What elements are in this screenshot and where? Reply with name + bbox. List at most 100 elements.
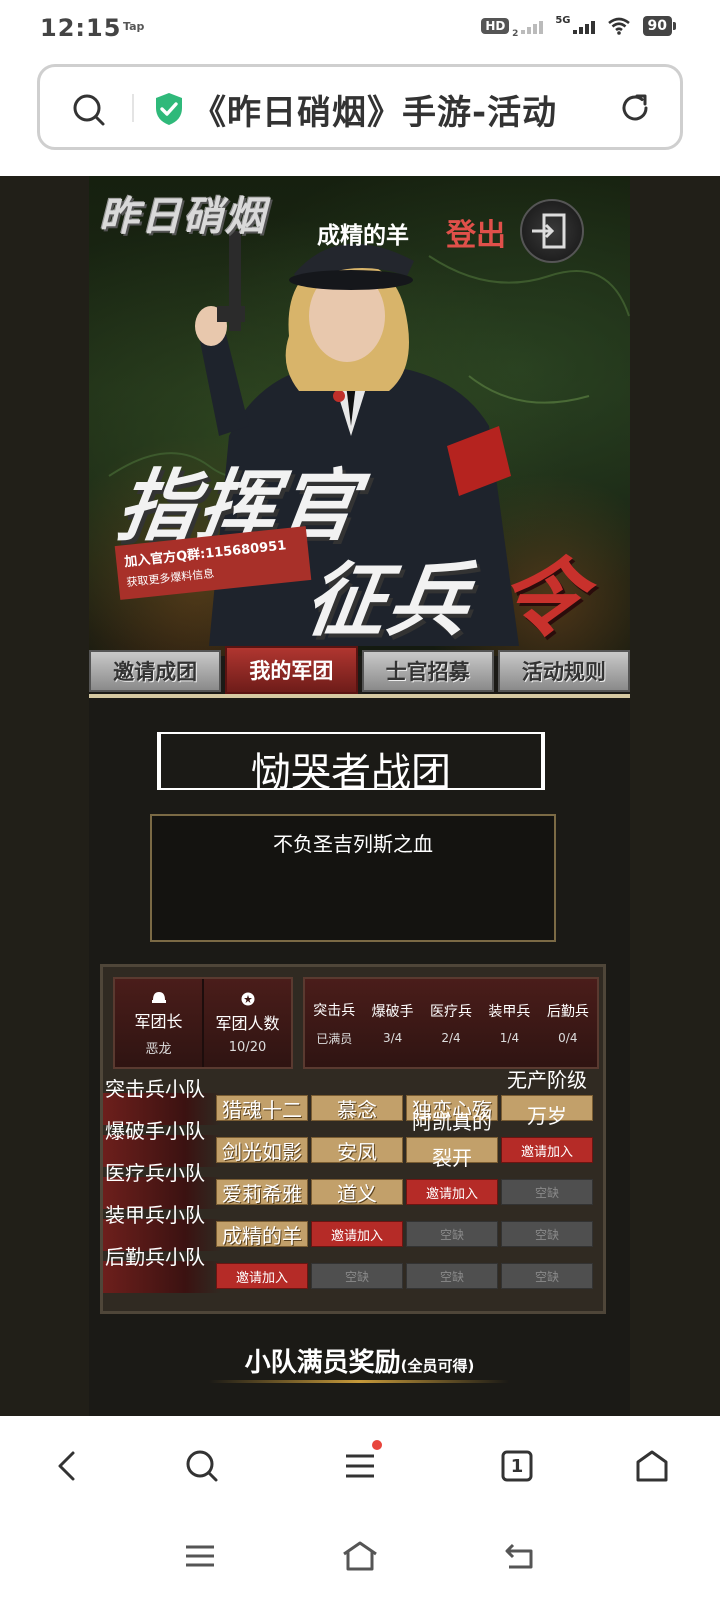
address-divider (132, 94, 134, 122)
logout-button[interactable] (520, 199, 584, 263)
tab-officer-recruit[interactable]: 士官招募 (361, 650, 494, 692)
system-home-button[interactable] (338, 1536, 382, 1576)
system-nav-bar (0, 1516, 720, 1600)
members-label: 军团人数 (215, 1013, 280, 1033)
members-value: 10/20 (228, 1039, 267, 1055)
search-button[interactable] (182, 1446, 222, 1486)
signal-weak-icon (521, 18, 544, 34)
username: 成精的羊 (317, 223, 409, 249)
reward-title: 小队满员奖励(全员可得) (244, 1348, 475, 1378)
member-slot: 无产阶级万岁 (507, 1068, 587, 1128)
legion-info: 军团长 恶龙 军团人数 10/20 (113, 977, 293, 1069)
secure-shield-icon (156, 93, 182, 125)
empty-slot: 空缺 (311, 1263, 403, 1289)
role-count: 0/4 (558, 1031, 578, 1045)
address-bar[interactable]: 《昨日硝烟》手游-活动 (37, 64, 683, 150)
refresh-icon[interactable] (618, 91, 652, 125)
browser-toolbar: 1 (0, 1416, 720, 1516)
network-type-label: 5G (555, 14, 571, 26)
legion-leader-cell: 军团长 恶龙 (115, 979, 202, 1067)
signal-strong-icon (572, 18, 595, 34)
role-summary-cell: 爆破手 3/4 (363, 979, 421, 1067)
legion-description: 不负圣吉列斯之血 (273, 832, 433, 856)
reward-divider (209, 1380, 509, 1383)
slogan-line2: 征兵 (299, 554, 477, 647)
role-count: 已满员 (316, 1031, 353, 1046)
empty-slot: 空缺 (501, 1221, 593, 1247)
battery-icon: 90 (642, 16, 677, 36)
system-back-icon (505, 1543, 533, 1569)
legion-members-cell: 军团人数 10/20 (202, 979, 291, 1067)
role-count: 2/4 (441, 1031, 461, 1045)
search-icon (186, 1450, 218, 1482)
logout-link[interactable]: 登出 (446, 210, 506, 254)
squad-label: 医疗兵小队 (105, 1161, 205, 1185)
system-back-button[interactable] (498, 1536, 542, 1576)
hd-icon: HD 2 (481, 18, 518, 39)
member-slot: 爱莉希雅 (216, 1179, 308, 1206)
squad-label: 装甲兵小队 (105, 1203, 205, 1227)
tabs-button[interactable]: 1 (497, 1446, 537, 1486)
role-name: 医疗兵 (430, 1004, 473, 1020)
squad-panel: 军团长 恶龙 军团人数 10/20 突击兵 已满员 爆破手 3/4 医疗兵 2/4 装甲兵 1… (100, 964, 606, 1314)
role-summary-cell: 医疗兵 2/4 (422, 979, 480, 1067)
search-icon[interactable] (72, 93, 106, 127)
squad-label: 突击兵小队 (105, 1077, 205, 1101)
member-slot: 道义 (311, 1179, 403, 1206)
star-badge-icon (241, 992, 254, 1005)
member-slot: 猎魂十二 (216, 1095, 308, 1122)
logout-icon (532, 213, 566, 249)
slogan-line3: 令 (490, 549, 591, 649)
home-icon (636, 1450, 668, 1482)
hero-banner: 昨日硝烟 成精的羊 登出 指挥官 加入官方Q群:115680951 获取更多爆料… (89, 176, 630, 656)
tab-my-legion[interactable]: 我的军团 (225, 646, 358, 694)
recent-apps-icon (186, 1545, 214, 1567)
role-summary-cell: 后勤兵 0/4 (539, 979, 597, 1067)
status-icons: HD 2 5G 90 (481, 14, 677, 39)
empty-slot: 空缺 (501, 1263, 593, 1289)
web-content: 昨日硝烟 成精的羊 登出 指挥官 加入官方Q群:115680951 获取更多爆料… (0, 176, 720, 1416)
role-name: 装甲兵 (488, 1004, 531, 1020)
squad-label: 爆破手小队 (105, 1119, 205, 1143)
notification-dot (372, 1440, 382, 1450)
status-time: 12:15 (40, 14, 122, 42)
legion-name: 恸哭者战团 (251, 750, 451, 796)
member-slot: 阿凯真的裂开 (412, 1110, 492, 1170)
role-summary: 突击兵 已满员 爆破手 3/4 医疗兵 2/4 装甲兵 1/4 后勤兵 0/4 (303, 977, 599, 1069)
invite-join-button[interactable]: 邀请加入 (406, 1179, 498, 1205)
member-slot: 慕念 (311, 1095, 403, 1122)
status-app-badge: Tap (123, 20, 145, 33)
squad-row: 后勤兵小队 邀请加入 空缺 空缺 空缺 (103, 1245, 603, 1293)
wifi-icon (607, 17, 630, 35)
squad-label: 后勤兵小队 (105, 1245, 205, 1269)
menu-button[interactable] (340, 1440, 382, 1486)
role-summary-cell: 装甲兵 1/4 (480, 979, 538, 1067)
invite-join-button[interactable]: 邀请加入 (216, 1263, 308, 1289)
menu-icon (346, 1454, 374, 1478)
member-slot: 成精的羊 (216, 1221, 308, 1248)
role-summary-cell: 突击兵 已满员 (305, 979, 363, 1067)
game-logo: 昨日硝烟 (99, 194, 267, 240)
role-count: 3/4 (382, 1031, 403, 1045)
home-button[interactable] (632, 1446, 672, 1486)
role-name: 后勤兵 (546, 1004, 589, 1020)
recent-apps-button[interactable] (178, 1536, 222, 1576)
tab-count: 1 (510, 1455, 524, 1477)
role-name: 爆破手 (371, 1004, 414, 1020)
tab-invite[interactable]: 邀请成团 (89, 650, 222, 692)
page-title[interactable]: 《昨日硝烟》手游-活动 (192, 85, 557, 134)
empty-slot: 空缺 (501, 1179, 593, 1205)
back-button[interactable] (47, 1446, 87, 1486)
leader-value: 恶龙 (145, 1041, 172, 1057)
tab-underline (89, 694, 630, 698)
tab-rules[interactable]: 活动规则 (497, 650, 630, 692)
invite-join-button[interactable]: 邀请加入 (311, 1221, 403, 1247)
empty-slot: 空缺 (406, 1263, 498, 1289)
empty-slot: 空缺 (406, 1221, 498, 1247)
helmet-icon (151, 991, 166, 1003)
role-name: 突击兵 (313, 1002, 356, 1019)
invite-join-button[interactable]: 邀请加入 (501, 1137, 593, 1163)
event-page: 昨日硝烟 成精的羊 登出 指挥官 加入官方Q群:115680951 获取更多爆料… (89, 176, 630, 1416)
system-home-icon (343, 1541, 377, 1571)
member-slot: 安凤 (311, 1137, 403, 1164)
